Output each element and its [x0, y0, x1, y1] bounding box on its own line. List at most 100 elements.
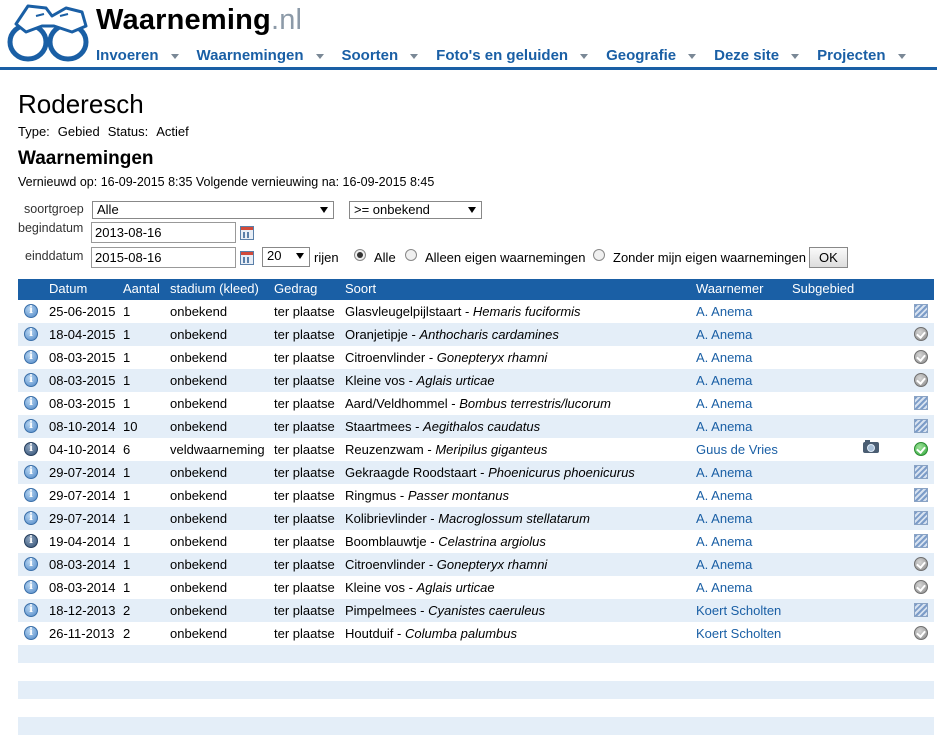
nav-label: Geografie — [606, 46, 677, 64]
main-nav: Invoeren Waarnemingen Soorten Foto's en … — [96, 45, 924, 65]
observations-table: Datum Aantal stadium (kleed) Gedrag Soor… — [18, 279, 934, 736]
camera-icon[interactable] — [863, 440, 879, 453]
observer-link[interactable]: Koert Scholten — [696, 603, 781, 618]
nav-soorten[interactable]: Soorten — [342, 45, 419, 65]
nav-fotos-en-geluiden[interactable]: Foto's en geluiden — [436, 45, 589, 65]
unvalidated-status-icon[interactable] — [914, 304, 928, 318]
species-scientific-name: Passer montanus — [407, 488, 510, 503]
cell-date: 08-03-2015 — [49, 396, 116, 411]
unvalidated-status-icon[interactable] — [914, 511, 928, 525]
chevron-down-icon — [897, 54, 906, 59]
nav-waarnemingen[interactable]: Waarnemingen — [197, 45, 324, 65]
species-name: Houtduif — [345, 626, 394, 641]
cell-species: Aard/Veldhommel - Bombus terrestris/luco… — [345, 396, 611, 411]
validated-check-icon[interactable] — [914, 327, 928, 341]
species-name: Gekraagde Roodstaart — [345, 465, 477, 480]
info-icon[interactable]: i — [24, 304, 38, 318]
calendar-icon[interactable] — [240, 226, 254, 240]
info-icon[interactable]: i — [24, 396, 38, 410]
observer-link[interactable]: A. Anema — [696, 327, 752, 342]
observer-link[interactable]: A. Anema — [696, 534, 752, 549]
col-observer[interactable]: Waarnemer — [696, 281, 763, 296]
info-icon[interactable]: i — [24, 511, 38, 525]
observer-link[interactable]: Guus de Vries — [696, 442, 778, 457]
einddatum-input[interactable] — [91, 247, 236, 268]
unvalidated-status-icon[interactable] — [914, 396, 928, 410]
col-species[interactable]: Soort — [345, 281, 376, 296]
info-icon[interactable]: i — [24, 350, 38, 364]
cell-species: Kleine vos - Aglais urticae — [345, 580, 495, 595]
cell-count: 1 — [123, 580, 131, 595]
info-icon[interactable]: i — [24, 557, 38, 571]
col-behaviour[interactable]: Gedrag — [274, 281, 317, 296]
observer-link[interactable]: A. Anema — [696, 465, 752, 480]
unvalidated-status-icon[interactable] — [914, 488, 928, 502]
cell-count: 1 — [123, 396, 131, 411]
site-title[interactable]: Waarneming.nl — [96, 4, 302, 37]
info-icon[interactable]: i — [24, 534, 38, 548]
info-icon[interactable]: i — [24, 488, 38, 502]
info-icon[interactable]: i — [24, 442, 38, 456]
validated-check-icon[interactable] — [914, 626, 928, 640]
nav-projecten[interactable]: Projecten — [817, 45, 906, 65]
info-icon[interactable]: i — [24, 419, 38, 433]
unvalidated-status-icon[interactable] — [914, 419, 928, 433]
observer-link[interactable]: A. Anema — [696, 304, 752, 319]
radio-own[interactable] — [405, 249, 417, 261]
info-icon[interactable]: i — [24, 373, 38, 387]
observer-link[interactable]: Koert Scholten — [696, 626, 781, 641]
observer-link[interactable]: A. Anema — [696, 350, 752, 365]
approved-check-icon[interactable] — [914, 442, 928, 456]
col-date[interactable]: Datum — [49, 281, 87, 296]
observer-link[interactable]: A. Anema — [696, 419, 752, 434]
radio-all[interactable] — [354, 249, 366, 261]
observer-link[interactable]: A. Anema — [696, 488, 752, 503]
cell-date: 25-06-2015 — [49, 304, 116, 319]
unvalidated-status-icon[interactable] — [914, 465, 928, 479]
validated-check-icon[interactable] — [914, 580, 928, 594]
species-name: Citroenvlinder — [345, 350, 426, 365]
status-label: Status: — [107, 124, 149, 139]
area-meta: Type: Gebied Status: Actief — [18, 124, 934, 139]
dropdown-arrow-icon — [296, 253, 304, 259]
radio-without-own[interactable] — [593, 249, 605, 261]
species-name: Citroenvlinder — [345, 557, 426, 572]
observer-link[interactable]: A. Anema — [696, 580, 752, 595]
unvalidated-status-icon[interactable] — [914, 603, 928, 617]
soortgroep-select[interactable]: Alle — [92, 201, 334, 219]
info-icon[interactable]: i — [24, 603, 38, 617]
col-count[interactable]: Aantal — [123, 281, 160, 296]
cell-date: 08-03-2014 — [49, 580, 116, 595]
observer-link[interactable]: A. Anema — [696, 373, 752, 388]
binoculars-logo-icon[interactable] — [6, 2, 90, 64]
nav-invoeren[interactable]: Invoeren — [96, 45, 179, 65]
begindatum-input[interactable] — [91, 222, 236, 243]
validated-check-icon[interactable] — [914, 557, 928, 571]
col-stage[interactable]: stadium (kleed) — [170, 281, 259, 296]
cell-date: 08-03-2015 — [49, 350, 116, 365]
cell-species: Ringmus - Passer montanus — [345, 488, 510, 503]
col-subarea[interactable]: Subgebied — [792, 281, 854, 296]
info-icon[interactable]: i — [24, 580, 38, 594]
observer-link[interactable]: A. Anema — [696, 396, 752, 411]
cell-behaviour: ter plaatse — [274, 511, 335, 526]
observer-link[interactable]: A. Anema — [696, 557, 752, 572]
ok-button[interactable]: OK — [809, 247, 848, 268]
nav-deze-site[interactable]: Deze site — [714, 45, 800, 65]
rows-select[interactable]: 20 — [262, 247, 310, 267]
soortgroep-value: Alle — [97, 202, 119, 217]
calendar-icon[interactable] — [240, 251, 254, 265]
cell-behaviour: ter plaatse — [274, 350, 335, 365]
info-icon[interactable]: i — [24, 465, 38, 479]
nav-geografie[interactable]: Geografie — [606, 45, 697, 65]
stadium-select[interactable]: >= onbekend — [349, 201, 482, 219]
table-row: i 19-04-2014 1 onbekend ter plaatse Boomblauw… — [18, 530, 934, 553]
cell-behaviour: ter plaatse — [274, 603, 335, 618]
validated-check-icon[interactable] — [914, 350, 928, 364]
unvalidated-status-icon[interactable] — [914, 534, 928, 548]
cell-behaviour: ter plaatse — [274, 327, 335, 342]
info-icon[interactable]: i — [24, 327, 38, 341]
info-icon[interactable]: i — [24, 626, 38, 640]
observer-link[interactable]: A. Anema — [696, 511, 752, 526]
validated-check-icon[interactable] — [914, 373, 928, 387]
